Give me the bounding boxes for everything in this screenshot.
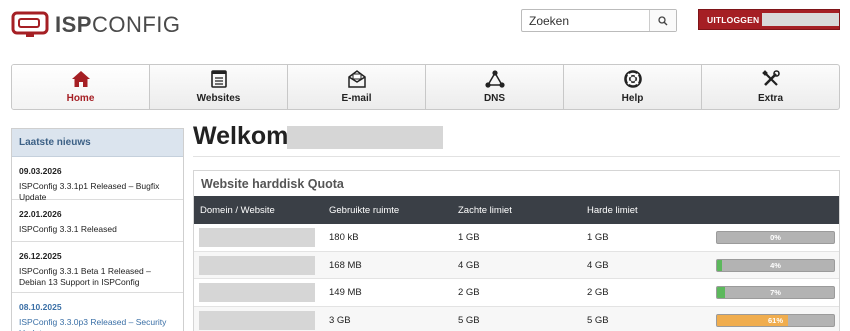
column-header-hard-limit: Harde limiet: [587, 204, 638, 216]
news-date: 26.12.2025: [19, 251, 62, 261]
envelope-icon: [347, 70, 367, 88]
domain-redacted: [199, 310, 315, 330]
domain-redacted: [199, 228, 315, 247]
page-title: Welkom: [193, 122, 289, 150]
table-header: Domein / Website Gebruikte ruimte Zachte…: [194, 196, 839, 224]
nav-label-extra: Extra: [757, 93, 783, 104]
home-icon: [71, 70, 91, 88]
logo-text-isp: ISP: [55, 12, 92, 37]
logo[interactable]: ISPCONFIG: [11, 10, 181, 40]
dns-network-icon: [484, 70, 505, 88]
nav-label-home: Home: [66, 93, 95, 104]
quota-progress-label: 0%: [770, 233, 781, 242]
nav-item-help[interactable]: Help: [564, 65, 702, 109]
news-date: 08.10.2025: [19, 302, 62, 312]
search-input[interactable]: [522, 10, 649, 31]
quota-progress-bar: 0%: [716, 231, 835, 244]
column-header-domain: Domein / Website: [200, 204, 275, 216]
sidebar-header: Laatste nieuws: [12, 129, 183, 157]
column-header-soft-limit: Zachte limiet: [458, 204, 512, 216]
logout-button[interactable]: UITLOGGEN: [698, 9, 840, 30]
news-title: ISPConfig 3.3.0p3 Released – Security Up…: [19, 317, 167, 331]
tools-icon: [761, 70, 780, 88]
soft-limit-cell: 2 GB: [458, 287, 480, 298]
websites-icon: [210, 70, 227, 88]
nav-item-websites[interactable]: Websites: [150, 65, 288, 109]
panel-title: Website harddisk Quota: [201, 176, 344, 191]
table-row: 3 GB 5 GB 5 GB 61%: [194, 306, 839, 331]
quota-progress-label: 61%: [767, 315, 783, 325]
search-box: [521, 9, 677, 32]
soft-limit-cell: 1 GB: [458, 232, 480, 243]
username-redacted: [287, 126, 443, 149]
nav-item-dns[interactable]: DNS: [426, 65, 564, 109]
logo-text-config: CONFIG: [91, 12, 181, 37]
quota-progress-bar: 4%: [716, 258, 835, 272]
soft-limit-cell: 4 GB: [458, 259, 480, 271]
hard-limit-cell: 2 GB: [587, 287, 609, 298]
nav-label-dns: DNS: [483, 93, 506, 104]
table-row: 180 kB 1 GB 1 GB 0%: [194, 224, 839, 252]
monitor-logo-icon: [11, 11, 51, 39]
used-cell: 149 MB: [329, 287, 362, 298]
domain-redacted: [199, 255, 315, 275]
nav-item-home[interactable]: Home: [12, 65, 150, 109]
used-cell: 168 MB: [329, 259, 362, 271]
quota-progress-bar: 7%: [716, 286, 835, 299]
search-button[interactable]: [649, 10, 676, 31]
quota-progress-label: 4%: [770, 260, 781, 270]
news-title: ISPConfig 3.3.1 Released: [19, 224, 117, 234]
hard-limit-cell: 1 GB: [587, 232, 609, 243]
used-cell: 3 GB: [329, 314, 351, 326]
nav-label-help: Help: [621, 93, 644, 104]
table-body: 180 kB 1 GB 1 GB 0% 168 MB 4 GB 4 GB 4% …: [194, 224, 839, 331]
table-row: 149 MB 2 GB 2 GB 7%: [194, 279, 839, 307]
quota-panel: Website harddisk Quota Domein / Website …: [193, 170, 840, 331]
news-title: ISPConfig 3.3.1 Beta 1 Released – Debian…: [19, 266, 151, 287]
logout-label: UITLOGGEN: [707, 14, 760, 25]
main-nav: Home Websites E-mail DNS Help Extra: [11, 64, 840, 110]
news-item[interactable]: 26.12.2025 ISPConfig 3.3.1 Beta 1 Releas…: [12, 242, 183, 293]
lifebuoy-icon: [623, 70, 642, 88]
news-item[interactable]: 08.10.2025 ISPConfig 3.3.0p3 Released – …: [12, 293, 183, 331]
soft-limit-cell: 5 GB: [458, 314, 480, 326]
logout-username-redacted: [762, 13, 839, 26]
quota-progress-label: 7%: [770, 288, 781, 297]
hard-limit-cell: 5 GB: [587, 314, 609, 326]
column-header-used: Gebruikte ruimte: [329, 204, 400, 216]
header: ISPCONFIG UITLOGGEN: [0, 0, 850, 56]
magnifier-icon: [658, 15, 668, 25]
title-divider: [193, 156, 840, 157]
nav-item-email[interactable]: E-mail: [288, 65, 426, 109]
logo-text: ISPCONFIG: [55, 12, 181, 38]
nav-label-websites: Websites: [196, 93, 241, 104]
hard-limit-cell: 4 GB: [587, 259, 609, 271]
news-item[interactable]: 22.01.2026 ISPConfig 3.3.1 Released: [12, 200, 183, 242]
used-cell: 180 kB: [329, 232, 359, 243]
news-sidebar: Laatste nieuws 09.03.2026 ISPConfig 3.3.…: [11, 128, 184, 331]
quota-progress-bar: 61%: [716, 313, 835, 327]
table-row: 168 MB 4 GB 4 GB 4%: [194, 251, 839, 279]
news-date: 09.03.2026: [19, 166, 62, 176]
nav-label-email: E-mail: [341, 93, 372, 104]
news-date: 22.01.2026: [19, 209, 62, 219]
news-item[interactable]: 09.03.2026 ISPConfig 3.3.1p1 Released – …: [12, 157, 183, 202]
nav-item-extra[interactable]: Extra: [702, 65, 839, 109]
domain-redacted: [199, 283, 315, 302]
sidebar-title: Laatste nieuws: [19, 137, 91, 148]
